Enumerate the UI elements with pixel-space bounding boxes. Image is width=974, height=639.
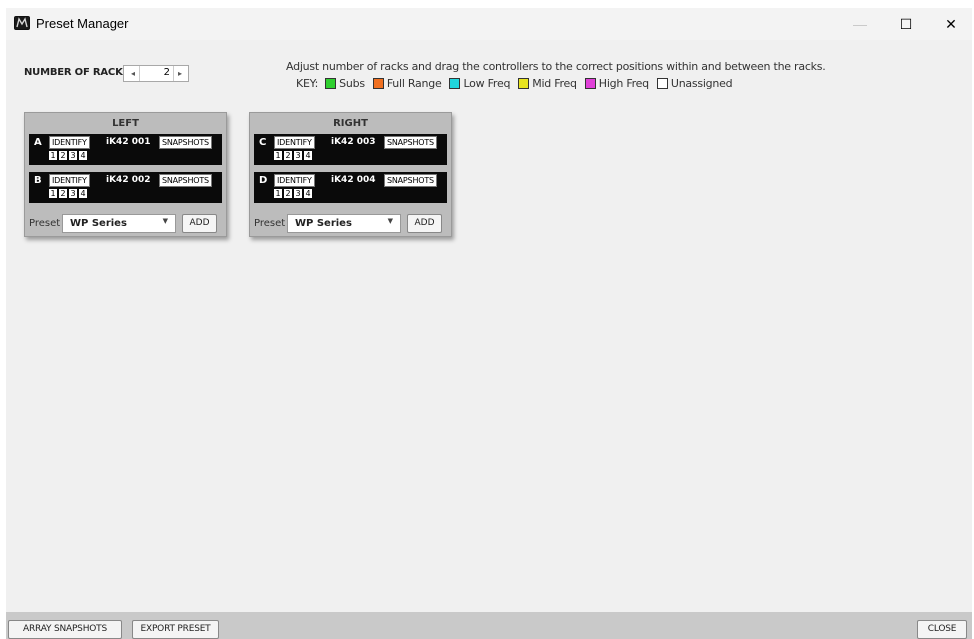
preset-manager-window: Preset Manager — ☐ ✕ NUMBER OF RACKS ◂ 2…: [6, 8, 972, 639]
snapshots-button[interactable]: SNAPSHOTS: [159, 136, 212, 149]
key-item-subs: Subs: [325, 77, 365, 90]
snapshot-3-button[interactable]: 3: [294, 151, 302, 160]
snapshot-buttons: 1 2 3 4: [49, 189, 89, 198]
controller-slot-a[interactable]: A IDENTIFY iK42 001 SNAPSHOTS 1 2 3 4: [29, 134, 222, 165]
identify-button[interactable]: IDENTIFY: [274, 174, 315, 187]
color-key: KEY: Subs Full Range Low Freq Mid Freq H…: [296, 76, 740, 90]
key-swatch: [325, 77, 337, 89]
add-preset-button[interactable]: ADD: [407, 214, 442, 233]
key-item-unassigned: Unassigned: [656, 76, 733, 90]
minimize-button[interactable]: —: [837, 8, 883, 40]
preset-selected-value: WP Series: [70, 218, 127, 229]
title-bar: Preset Manager — ☐ ✕: [6, 8, 972, 40]
identify-button[interactable]: IDENTIFY: [49, 136, 90, 149]
close-window-button[interactable]: ✕: [928, 8, 974, 40]
snapshot-1-button[interactable]: 1: [49, 151, 57, 160]
maximize-button[interactable]: ☐: [883, 8, 929, 40]
key-swatch: [656, 77, 668, 89]
controller-name: iK42 004: [331, 175, 376, 185]
snapshots-button[interactable]: SNAPSHOTS: [159, 174, 212, 187]
snapshot-1-button[interactable]: 1: [274, 151, 282, 160]
snapshot-4-button[interactable]: 4: [79, 189, 87, 198]
snapshot-2-button[interactable]: 2: [284, 189, 292, 198]
rack-right: RIGHT C IDENTIFY iK42 003 SNAPSHOTS 1 2 …: [249, 112, 452, 237]
key-item-full-range: Full Range: [372, 76, 442, 90]
snapshot-4-button[interactable]: 4: [304, 151, 312, 160]
array-snapshots-button[interactable]: ARRAY SNAPSHOTS: [8, 620, 122, 639]
preset-label: Preset: [29, 218, 61, 229]
snapshot-buttons: 1 2 3 4: [274, 151, 314, 160]
key-swatch: [584, 77, 596, 89]
key-item-label: High Freq: [598, 76, 649, 90]
decrement-racks-button[interactable]: ◂: [127, 66, 140, 81]
key-label: KEY:: [296, 76, 319, 90]
app-logo-icon: [14, 16, 30, 30]
slot-letter: A: [34, 137, 42, 148]
key-item-label: Unassigned: [670, 76, 733, 90]
snapshot-buttons: 1 2 3 4: [49, 151, 89, 160]
key-item-label: Subs: [339, 76, 365, 90]
footer-bar: ARRAY SNAPSHOTS EXPORT PRESET CLOSE: [6, 612, 972, 639]
instructions-text: Adjust number of racks and drag the cont…: [286, 60, 826, 73]
key-swatch: [449, 77, 461, 89]
snapshot-4-button[interactable]: 4: [304, 189, 312, 198]
key-item-label: Low Freq: [463, 76, 511, 90]
key-item-label: Full Range: [386, 76, 442, 90]
snapshots-button[interactable]: SNAPSHOTS: [384, 174, 437, 187]
key-item-mid-freq: Mid Freq: [518, 77, 577, 90]
key-item-low-freq: Low Freq: [449, 77, 510, 90]
slot-letter: C: [259, 137, 267, 148]
number-of-racks-stepper[interactable]: ◂ 2 ▸: [123, 65, 189, 82]
key-swatch: [372, 77, 384, 89]
key-item-label: Mid Freq: [532, 76, 577, 90]
controller-name: iK42 002: [106, 175, 151, 185]
chevron-down-icon: ▼: [387, 217, 393, 225]
snapshots-button[interactable]: SNAPSHOTS: [384, 136, 437, 149]
identify-button[interactable]: IDENTIFY: [49, 174, 90, 187]
window-title: Preset Manager: [36, 16, 129, 31]
number-of-racks-label: NUMBER OF RACKS: [24, 67, 130, 78]
snapshot-3-button[interactable]: 3: [294, 189, 302, 198]
add-preset-button[interactable]: ADD: [182, 214, 217, 233]
snapshot-1-button[interactable]: 1: [274, 189, 282, 198]
controller-slot-b[interactable]: B IDENTIFY iK42 002 SNAPSHOTS 1 2 3 4: [29, 172, 222, 203]
preset-dropdown[interactable]: WP Series ▼: [287, 214, 401, 233]
slot-letter: B: [34, 175, 42, 186]
close-button[interactable]: CLOSE: [917, 620, 967, 639]
snapshot-2-button[interactable]: 2: [59, 151, 67, 160]
controller-name: iK42 001: [106, 137, 151, 147]
increment-racks-button[interactable]: ▸: [173, 66, 186, 81]
rack-left: LEFT A IDENTIFY iK42 001 SNAPSHOTS 1 2 3…: [24, 112, 227, 237]
key-item-high-freq: High Freq: [584, 76, 649, 90]
export-preset-button[interactable]: EXPORT PRESET: [132, 620, 219, 639]
snapshot-2-button[interactable]: 2: [59, 189, 67, 198]
snapshot-2-button[interactable]: 2: [284, 151, 292, 160]
controller-slot-d[interactable]: D IDENTIFY iK42 004 SNAPSHOTS 1 2 3 4: [254, 172, 447, 203]
identify-button[interactable]: IDENTIFY: [274, 136, 315, 149]
snapshot-3-button[interactable]: 3: [69, 151, 77, 160]
rack-title: LEFT: [112, 118, 139, 129]
controller-slot-c[interactable]: C IDENTIFY iK42 003 SNAPSHOTS 1 2 3 4: [254, 134, 447, 165]
snapshot-3-button[interactable]: 3: [69, 189, 77, 198]
preset-dropdown[interactable]: WP Series ▼: [62, 214, 176, 233]
slot-letter: D: [259, 175, 268, 186]
number-of-racks-value: 2: [163, 67, 170, 78]
chevron-down-icon: ▼: [162, 217, 168, 225]
key-swatch: [518, 77, 530, 89]
snapshot-4-button[interactable]: 4: [79, 151, 87, 160]
snapshot-buttons: 1 2 3 4: [274, 189, 314, 198]
preset-label: Preset: [254, 218, 286, 229]
snapshot-1-button[interactable]: 1: [49, 189, 57, 198]
controller-name: iK42 003: [331, 137, 376, 147]
rack-title: RIGHT: [333, 118, 368, 129]
preset-selected-value: WP Series: [295, 218, 352, 229]
